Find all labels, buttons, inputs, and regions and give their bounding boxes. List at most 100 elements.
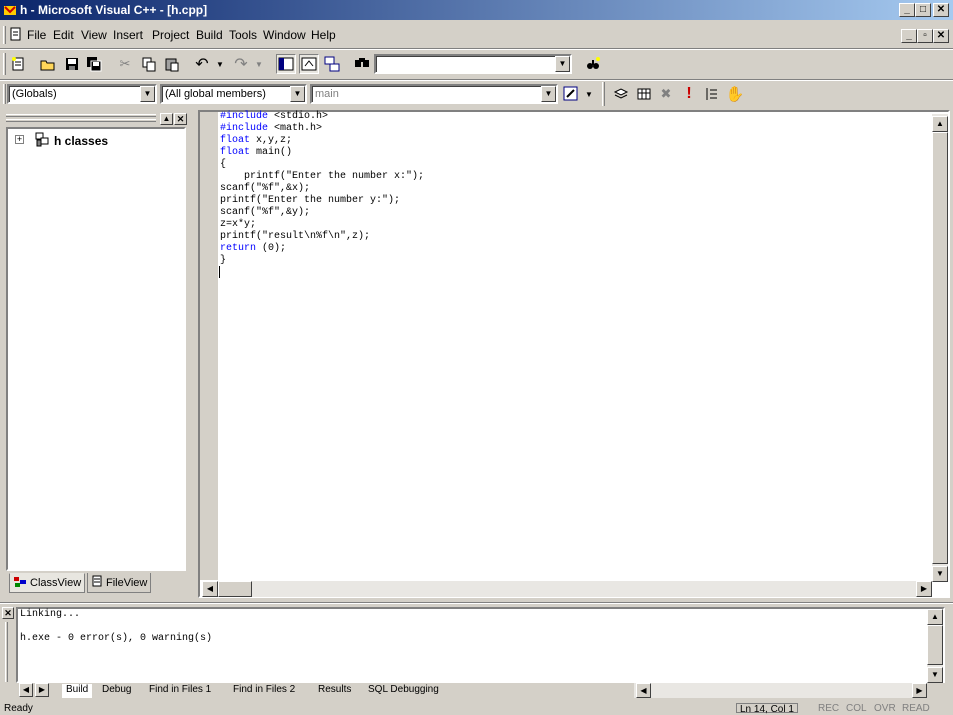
code-line[interactable]: printf("result\n%f\n",z); bbox=[220, 231, 424, 243]
output-scroll-right-icon[interactable]: ▶ bbox=[912, 683, 927, 698]
code-line[interactable]: #include <stdio.h> bbox=[220, 111, 424, 123]
minimize-button[interactable]: _ bbox=[899, 3, 915, 17]
stop-build-icon[interactable]: ✖ bbox=[656, 84, 676, 104]
chevron-down-icon[interactable]: ▼ bbox=[140, 86, 155, 102]
tab-find-in-files-1[interactable]: Find in Files 1 bbox=[149, 684, 211, 698]
buildbar-grip[interactable] bbox=[602, 82, 605, 106]
editor-hscrollbar[interactable] bbox=[202, 581, 932, 597]
scroll-left-icon[interactable]: ◀ bbox=[202, 581, 218, 597]
code-line[interactable]: float main() bbox=[220, 147, 424, 159]
new-text-file-icon[interactable] bbox=[8, 54, 28, 74]
menu-window[interactable]: Window bbox=[263, 28, 306, 42]
tab-last-icon[interactable]: ▶ bbox=[35, 683, 49, 697]
paste-icon[interactable] bbox=[162, 54, 182, 74]
doc-restore-button[interactable]: ▫ bbox=[917, 29, 933, 43]
output-hscrollbar[interactable] bbox=[634, 683, 927, 698]
menu-build[interactable]: Build bbox=[196, 28, 223, 42]
globals-combo[interactable]: (Globals) ▼ bbox=[7, 84, 157, 104]
chevron-down-icon[interactable]: ▼ bbox=[290, 86, 305, 102]
members-combo[interactable]: (All global members) ▼ bbox=[160, 84, 307, 104]
tab-debug[interactable]: Debug bbox=[102, 684, 131, 698]
tab-fileview[interactable]: FileView bbox=[87, 573, 152, 593]
go-icon[interactable] bbox=[702, 84, 722, 104]
build-icon[interactable] bbox=[634, 84, 654, 104]
tab-build[interactable]: Build bbox=[62, 684, 93, 698]
copy-icon[interactable] bbox=[139, 54, 159, 74]
menu-edit[interactable]: Edit bbox=[53, 28, 74, 42]
doc-close-button[interactable]: ✕ bbox=[933, 29, 949, 43]
scroll-up-icon[interactable]: ▲ bbox=[932, 116, 948, 132]
output-scroll-down-icon[interactable]: ▼ bbox=[927, 667, 943, 683]
toolbar-grip[interactable] bbox=[3, 53, 6, 75]
wizard-action-icon[interactable] bbox=[561, 84, 581, 104]
code-line[interactable]: #include <math.h> bbox=[220, 123, 424, 135]
scroll-thumb[interactable] bbox=[932, 132, 948, 564]
find-binoculars-icon[interactable] bbox=[583, 54, 603, 74]
output-close-button[interactable]: ✕ bbox=[2, 607, 14, 619]
chevron-down-icon[interactable]: ▼ bbox=[555, 56, 570, 72]
code-line[interactable]: z=x*y; bbox=[220, 219, 424, 231]
doc-minimize-button[interactable]: _ bbox=[901, 29, 917, 43]
close-button[interactable]: ✕ bbox=[933, 3, 949, 17]
compile-icon[interactable] bbox=[611, 84, 631, 104]
cut-icon[interactable]: ✂ bbox=[115, 54, 135, 74]
open-folder-icon[interactable] bbox=[38, 54, 58, 74]
redo-dropdown-icon[interactable]: ▼ bbox=[249, 54, 269, 74]
menu-view[interactable]: View bbox=[81, 28, 107, 42]
class-tree[interactable] bbox=[6, 127, 186, 571]
undo-dropdown-icon[interactable]: ▼ bbox=[210, 54, 230, 74]
source-code[interactable]: #include <stdio.h> #include <math.h> float… bbox=[220, 111, 424, 267]
tab-find-in-files-2[interactable]: Find in Files 2 bbox=[233, 684, 295, 698]
code-line[interactable]: printf("Enter the number x:"); bbox=[220, 171, 424, 183]
output-scroll-thumb[interactable] bbox=[927, 625, 943, 665]
menu-tools[interactable]: Tools bbox=[229, 28, 257, 42]
tab-classview[interactable]: ClassView bbox=[9, 573, 86, 593]
workspace-icon[interactable] bbox=[276, 54, 296, 74]
maximize-button[interactable]: □ bbox=[915, 3, 931, 17]
tab-results[interactable]: Results bbox=[318, 684, 351, 698]
code-line[interactable]: scanf("%f",&x); bbox=[220, 183, 424, 195]
tab-sql-debugging[interactable]: SQL Debugging bbox=[368, 684, 439, 698]
code-line[interactable]: { bbox=[220, 159, 424, 171]
menu-insert[interactable]: Insert bbox=[113, 28, 143, 42]
output-scroll-up-icon[interactable]: ▲ bbox=[927, 609, 943, 625]
output-grip[interactable] bbox=[5, 622, 8, 682]
panel-grip[interactable] bbox=[6, 114, 156, 117]
find-in-files-icon[interactable] bbox=[352, 54, 372, 74]
function-combo[interactable]: main ▼ bbox=[310, 84, 558, 104]
execute-icon[interactable]: ! bbox=[679, 84, 699, 104]
code-line[interactable]: float x,y,z; bbox=[220, 135, 424, 147]
code-text: { bbox=[220, 159, 227, 170]
code-line[interactable]: return (0); bbox=[220, 243, 424, 255]
expand-icon[interactable]: + bbox=[15, 135, 24, 144]
save-icon[interactable] bbox=[62, 54, 82, 74]
menubar-grip[interactable] bbox=[3, 26, 6, 44]
code-line[interactable]: scanf("%f",&y); bbox=[220, 207, 424, 219]
chevron-down-icon[interactable]: ▼ bbox=[541, 86, 556, 102]
find-combo[interactable]: ▼ bbox=[374, 54, 572, 74]
code-line[interactable]: } bbox=[220, 255, 424, 267]
code-keyword: float bbox=[220, 147, 251, 158]
menu-help[interactable]: Help bbox=[311, 28, 336, 42]
undo-icon[interactable]: ↶ bbox=[192, 54, 212, 74]
save-all-icon[interactable] bbox=[84, 54, 104, 74]
redo-icon[interactable]: ↷ bbox=[231, 54, 251, 74]
scroll-right-icon[interactable]: ▶ bbox=[916, 581, 932, 597]
tab-first-icon[interactable]: ◀ bbox=[19, 683, 33, 697]
menu-project[interactable]: Project bbox=[152, 28, 189, 42]
code-text: printf("Enter the number y:"); bbox=[220, 195, 401, 206]
document-icon[interactable] bbox=[9, 27, 23, 44]
wizard-dropdown-icon[interactable]: ▼ bbox=[579, 84, 599, 104]
wizardbar-grip[interactable] bbox=[3, 84, 6, 104]
panel-close-button[interactable]: ✕ bbox=[174, 113, 187, 125]
output-scroll-left-icon[interactable]: ◀ bbox=[636, 683, 651, 698]
menu-file[interactable]: File bbox=[27, 28, 46, 42]
hscroll-thumb[interactable] bbox=[218, 581, 252, 597]
tree-root-label[interactable]: h classes bbox=[54, 134, 108, 148]
window-list-icon[interactable] bbox=[322, 54, 342, 74]
breakpoint-hand-icon[interactable]: ✋ bbox=[725, 84, 745, 104]
code-line[interactable]: printf("Enter the number y:"); bbox=[220, 195, 424, 207]
scroll-down-icon[interactable]: ▼ bbox=[932, 566, 948, 582]
panel-maximize-button[interactable]: ▲ bbox=[160, 113, 173, 125]
output-window-icon[interactable] bbox=[299, 54, 319, 74]
